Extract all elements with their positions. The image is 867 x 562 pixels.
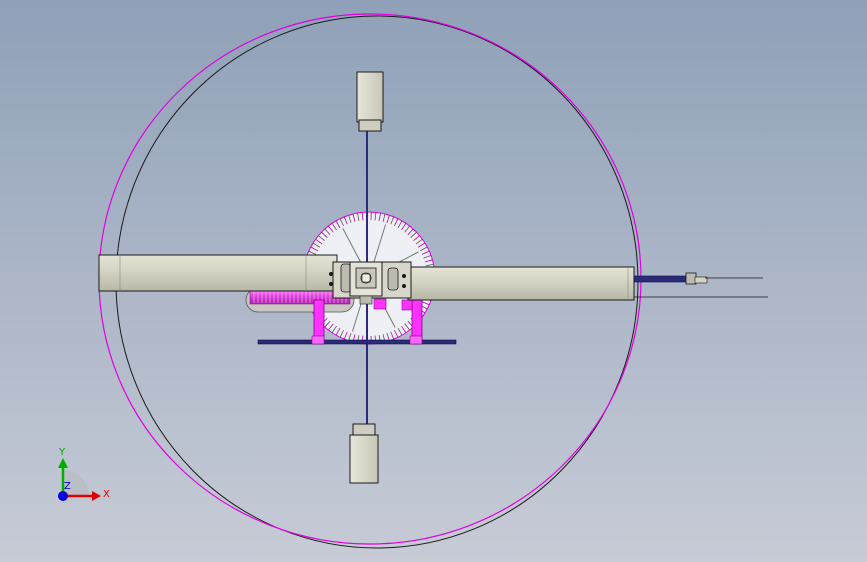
right-arm-tube[interactable]: [407, 266, 635, 301]
model-drawing[interactable]: Y X Z: [0, 0, 867, 562]
right-shaft[interactable]: [633, 272, 768, 298]
cad-viewport[interactable]: Y X Z: [0, 0, 867, 562]
z-axis-label: Z: [64, 481, 71, 492]
bottom-motor[interactable]: [349, 423, 379, 484]
left-bracket[interactable]: [311, 299, 325, 345]
left-arm-tube[interactable]: [98, 254, 338, 292]
coordinate-triad-icon: Y X Z: [58, 447, 110, 501]
x-axis-label: X: [103, 489, 110, 500]
top-motor[interactable]: [356, 71, 384, 132]
base-plate: [257, 339, 457, 345]
y-axis-label: Y: [58, 447, 66, 458]
